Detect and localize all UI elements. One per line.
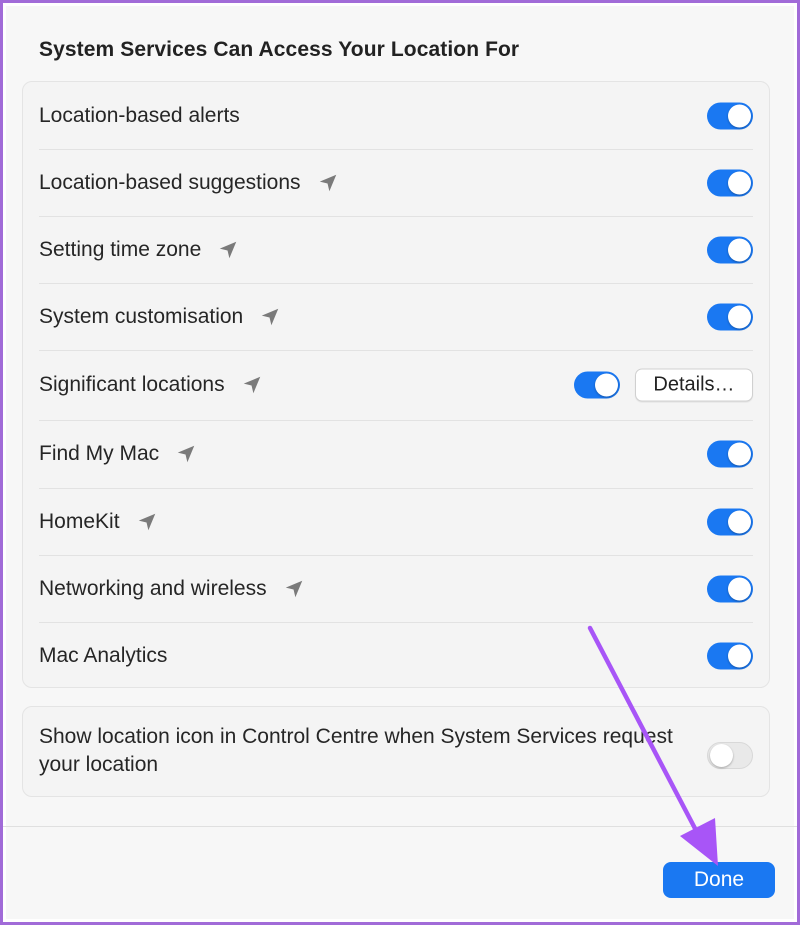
- mac-analytics-toggle[interactable]: [707, 642, 753, 669]
- service-label-wrap: HomeKit: [39, 510, 158, 534]
- list-item: Mac Analytics: [39, 622, 753, 689]
- service-label-wrap: Find My Mac: [39, 442, 197, 466]
- location-based-alerts-toggle[interactable]: [707, 102, 753, 129]
- service-label: Significant locations: [39, 373, 225, 396]
- service-label: Setting time zone: [39, 237, 202, 261]
- toggle-knob: [728, 238, 751, 261]
- significant-locations-toggle[interactable]: [574, 371, 620, 399]
- service-label-wrap: System customisation: [39, 305, 281, 329]
- details-button[interactable]: Details…: [635, 368, 753, 402]
- toggle-knob: [728, 171, 751, 194]
- service-label: Mac Analytics: [39, 643, 168, 667]
- service-label: HomeKit: [39, 509, 120, 533]
- toggle-knob: [728, 644, 751, 667]
- page-title: System Services Can Access Your Location…: [39, 38, 520, 61]
- list-item: Significant locations Details…: [39, 350, 753, 421]
- list-item: Networking and wireless: [39, 555, 753, 623]
- service-label-wrap: Location-based suggestions: [39, 171, 339, 195]
- toggle-knob: [710, 744, 733, 767]
- system-customisation-toggle[interactable]: [707, 303, 753, 330]
- list-item: System customisation: [39, 283, 753, 351]
- list-item: Find My Mac: [39, 420, 753, 489]
- networking-and-wireless-toggle[interactable]: [707, 575, 753, 602]
- toggle-knob: [728, 104, 751, 127]
- setting-time-zone-toggle[interactable]: [707, 236, 753, 263]
- list-item: HomeKit: [39, 488, 753, 556]
- service-label: Find My Mac: [39, 442, 160, 465]
- location-arrow-icon: [319, 174, 336, 191]
- homekit-toggle[interactable]: [707, 508, 753, 535]
- footer-option-group: Show location icon in Control Centre whe…: [22, 706, 770, 797]
- toggle-knob: [728, 510, 751, 533]
- location-arrow-icon: [138, 513, 155, 530]
- list-item: Location-based alerts: [39, 82, 753, 150]
- service-label: Location-based suggestions: [39, 170, 301, 194]
- service-label-wrap: Setting time zone: [39, 238, 239, 262]
- toggle-knob: [595, 373, 618, 397]
- find-my-mac-toggle[interactable]: [707, 440, 753, 468]
- service-label: System customisation: [39, 304, 244, 328]
- toggle-knob: [728, 577, 751, 600]
- service-label-wrap: Networking and wireless: [39, 577, 305, 601]
- location-arrow-icon: [243, 376, 260, 394]
- show-location-icon-label: Show location icon in Control Centre whe…: [39, 725, 673, 776]
- location-arrow-icon: [177, 445, 195, 463]
- service-label-wrap: Significant locations: [39, 373, 263, 397]
- location-arrow-icon: [262, 308, 279, 325]
- show-location-icon-toggle[interactable]: [707, 742, 753, 769]
- list-item: Setting time zone: [39, 216, 753, 284]
- location-arrow-icon: [285, 580, 302, 597]
- location-based-suggestions-toggle[interactable]: [707, 169, 753, 196]
- divider: [3, 826, 797, 827]
- service-label: Location-based alerts: [39, 103, 240, 127]
- list-item: Location-based suggestions: [39, 149, 753, 217]
- location-arrow-icon: [220, 241, 237, 258]
- done-button[interactable]: Done: [663, 862, 775, 898]
- toggle-knob: [728, 442, 751, 466]
- toggle-knob: [728, 305, 751, 328]
- services-list: Location-based alerts Location-based sug…: [22, 81, 770, 688]
- service-label: Networking and wireless: [39, 576, 267, 600]
